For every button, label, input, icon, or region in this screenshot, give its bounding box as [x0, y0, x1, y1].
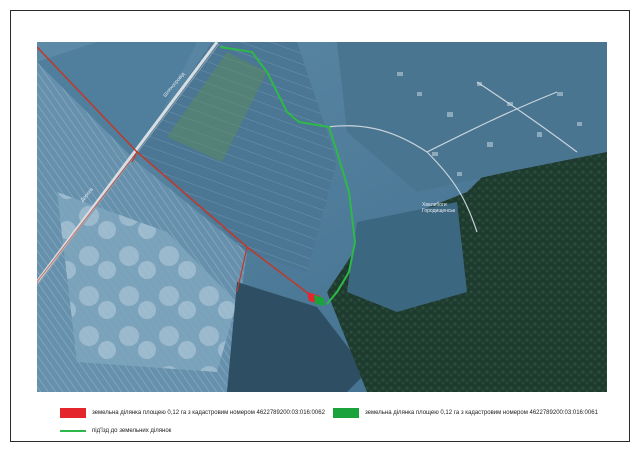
satellite-map[interactable]: Шляхопровід Дорога Хвалибоги Городищенсь… — [37, 42, 607, 392]
map-canvas — [37, 42, 607, 392]
village-label: Хвалибоги Городищенськ — [422, 202, 456, 214]
